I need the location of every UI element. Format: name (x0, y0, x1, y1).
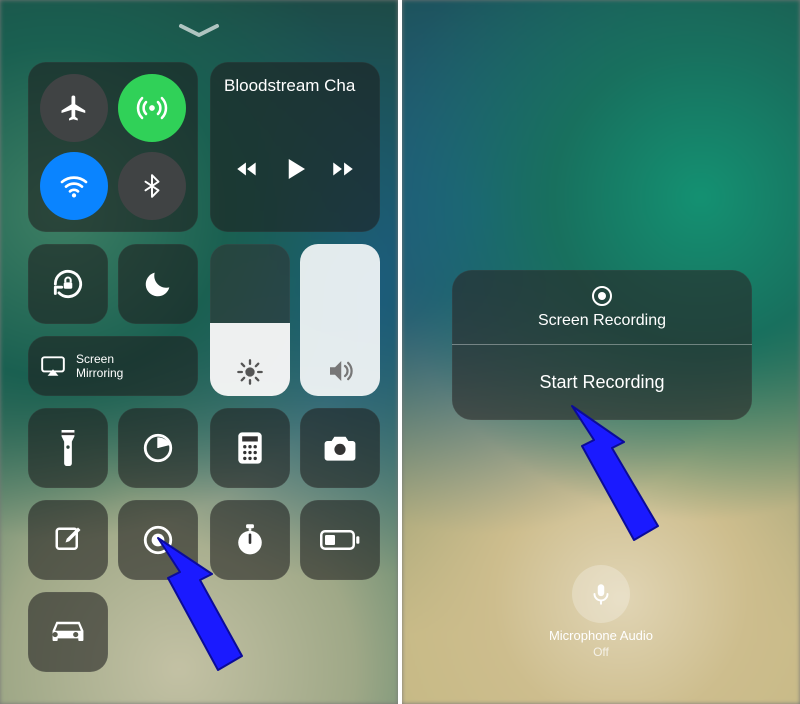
wifi-icon (58, 170, 90, 202)
media-module[interactable]: Bloodstream Cha (210, 62, 380, 232)
screen-mirroring-button[interactable]: Screen Mirroring (28, 336, 198, 396)
volume-icon (325, 356, 355, 386)
bluetooth-toggle[interactable] (118, 152, 186, 220)
calculator-icon (237, 431, 263, 465)
notes-button[interactable] (28, 500, 108, 580)
screen-recording-header: Screen Recording (452, 270, 752, 344)
stopwatch-button[interactable] (210, 500, 290, 580)
microphone-audio-toggle[interactable] (572, 565, 630, 623)
battery-icon (320, 529, 360, 551)
flashlight-icon (58, 430, 78, 466)
play-icon[interactable] (280, 152, 310, 186)
forward-icon[interactable] (327, 156, 359, 182)
screenshot-pair: Bloodstream Cha Screen Mirroring (0, 0, 800, 704)
connectivity-module[interactable] (28, 62, 198, 232)
cellular-data-toggle[interactable] (118, 74, 186, 142)
volume-slider[interactable] (300, 244, 380, 396)
wifi-toggle[interactable] (40, 152, 108, 220)
record-icon (590, 284, 614, 308)
stopwatch-icon (234, 523, 266, 557)
carplay-button[interactable] (28, 592, 108, 672)
screen-mirroring-label: Screen Mirroring (76, 352, 123, 380)
now-playing-title: Bloodstream Cha (224, 76, 372, 96)
rotation-lock-toggle[interactable] (28, 244, 108, 324)
camera-button[interactable] (300, 408, 380, 488)
flashlight-button[interactable] (28, 408, 108, 488)
brightness-icon (236, 358, 264, 386)
airplane-icon (59, 93, 89, 123)
screen-recording-button[interactable] (118, 500, 198, 580)
camera-icon (323, 434, 357, 462)
compose-icon (53, 525, 83, 555)
airplane-mode-toggle[interactable] (40, 74, 108, 142)
record-icon (141, 523, 175, 557)
timer-icon (141, 431, 175, 465)
control-center-panel: Bloodstream Cha Screen Mirroring (0, 0, 398, 704)
brightness-slider[interactable] (210, 244, 290, 396)
bluetooth-icon (139, 173, 165, 199)
rewind-icon[interactable] (231, 156, 263, 182)
screen-recording-title: Screen Recording (538, 312, 666, 330)
timer-button[interactable] (118, 408, 198, 488)
microphone-icon (588, 581, 614, 607)
rotation-lock-icon (49, 265, 87, 303)
start-recording-button[interactable]: Start Recording (452, 345, 752, 420)
screen-recording-card: Screen Recording Start Recording (452, 270, 752, 420)
do-not-disturb-toggle[interactable] (118, 244, 198, 324)
cellular-icon (135, 91, 169, 125)
airplay-icon (40, 355, 66, 377)
screen-recording-panel: Screen Recording Start Recording Microph… (402, 0, 800, 704)
chevron-down-icon[interactable] (175, 22, 223, 40)
moon-icon (142, 268, 174, 300)
microphone-audio-label: Microphone Audio (402, 628, 800, 643)
calculator-button[interactable] (210, 408, 290, 488)
microphone-audio-state: Off (402, 645, 800, 659)
media-controls (210, 152, 380, 186)
car-icon (50, 618, 86, 646)
low-power-button[interactable] (300, 500, 380, 580)
